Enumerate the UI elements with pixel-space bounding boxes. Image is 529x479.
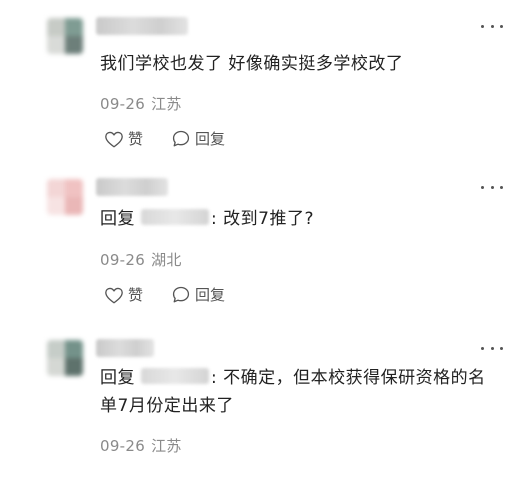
like-button[interactable]: 赞 bbox=[104, 128, 143, 149]
avatar[interactable] bbox=[47, 179, 83, 215]
comment-actions: 赞 回复 bbox=[104, 128, 253, 149]
reply-target-masked[interactable] bbox=[141, 368, 209, 384]
speech-bubble-outline-icon bbox=[172, 130, 190, 147]
like-label: 赞 bbox=[128, 286, 144, 304]
comment-meta: 09-26 江苏 bbox=[100, 93, 182, 114]
comment-meta: 09-26 江苏 bbox=[100, 435, 182, 456]
comment-content: 回复 : 改到7推了? bbox=[100, 205, 500, 233]
comment-text: 我们学校也发了 好像确实挺多学校改了 bbox=[100, 54, 404, 74]
like-button[interactable]: 赞 bbox=[104, 284, 143, 305]
username-masked[interactable] bbox=[96, 339, 154, 357]
reply-target-masked[interactable] bbox=[141, 209, 209, 225]
username-masked[interactable] bbox=[96, 17, 188, 35]
comment-date: 09-26 bbox=[100, 437, 146, 455]
avatar[interactable] bbox=[47, 18, 83, 54]
reply-label: 回复 bbox=[195, 286, 226, 304]
comment-item: 我们学校也发了 好像确实挺多学校改了 09-26 江苏 赞 回复 bbox=[0, 0, 529, 157]
speech-bubble-outline-icon bbox=[172, 286, 190, 303]
avatar[interactable] bbox=[47, 340, 83, 376]
comment-location: 江苏 bbox=[151, 437, 182, 455]
comment-actions: 赞 回复 bbox=[104, 284, 253, 305]
more-dots-icon[interactable] bbox=[481, 21, 503, 31]
reply-button[interactable]: 回复 bbox=[171, 284, 225, 305]
reply-label: 回复 bbox=[195, 130, 226, 148]
comment-content: 回复: 不确定，但本校获得保研资格的名单7月份定出来了 bbox=[100, 364, 490, 420]
comment-text: : 改到7推了? bbox=[211, 209, 314, 229]
comment-meta: 09-26 湖北 bbox=[100, 249, 182, 270]
like-label: 赞 bbox=[128, 130, 144, 148]
comment-date: 09-26 bbox=[100, 251, 146, 269]
heart-outline-icon bbox=[105, 131, 123, 147]
username-masked[interactable] bbox=[96, 178, 168, 196]
comment-date: 09-26 bbox=[100, 95, 146, 113]
comment-location: 江苏 bbox=[151, 95, 182, 113]
more-dots-icon[interactable] bbox=[481, 343, 503, 353]
comment-location: 湖北 bbox=[151, 251, 182, 269]
comment-content: 我们学校也发了 好像确实挺多学校改了 bbox=[100, 50, 500, 78]
heart-outline-icon bbox=[105, 287, 123, 303]
comment-item: 回复 : 改到7推了? 09-26 湖北 赞 回复 bbox=[0, 161, 529, 318]
reply-prefix: 回复 bbox=[100, 368, 135, 388]
more-dots-icon[interactable] bbox=[481, 182, 503, 192]
reply-prefix: 回复 bbox=[100, 209, 135, 229]
comment-item: 回复: 不确定，但本校获得保研资格的名单7月份定出来了 09-26 江苏 bbox=[0, 322, 529, 479]
reply-button[interactable]: 回复 bbox=[171, 128, 225, 149]
